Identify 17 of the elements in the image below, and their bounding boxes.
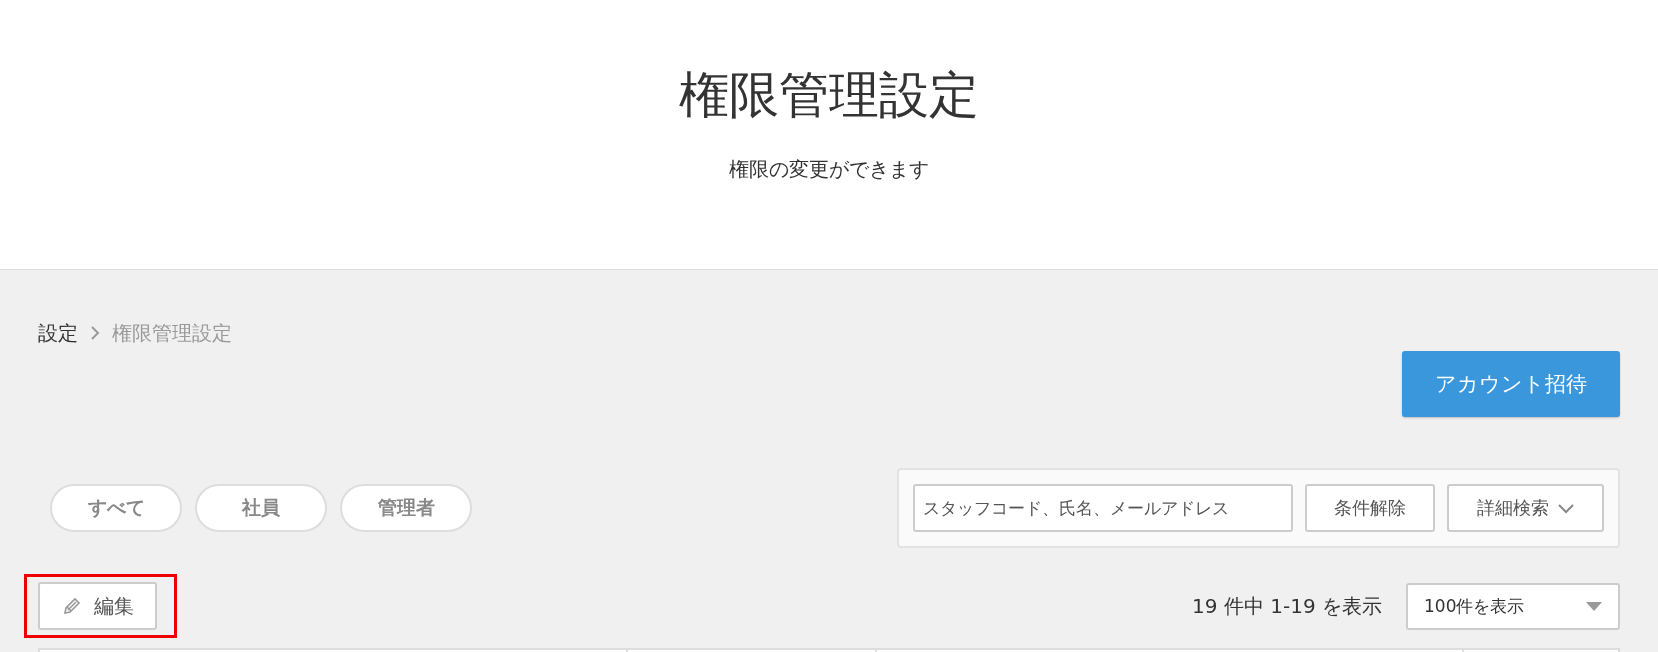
advanced-search-button[interactable]: 詳細検索 — [1447, 484, 1604, 532]
page-subtitle: 権限の変更ができます — [729, 156, 929, 183]
breadcrumb-item[interactable]: 設定 — [38, 319, 78, 347]
page-title: 権限管理設定 — [679, 65, 979, 126]
breadcrumb-item: 権限管理設定 — [112, 319, 232, 347]
chevron-right-icon — [90, 325, 100, 341]
page-size-select[interactable]: 100件を表示 — [1406, 582, 1620, 630]
clear-conditions-button[interactable]: 条件解除 — [1305, 484, 1435, 532]
filter-button[interactable]: すべて — [50, 484, 182, 532]
edit-button[interactable]: 編集 — [38, 582, 157, 630]
dropdown-triangle-icon — [1586, 601, 1602, 611]
pencil-icon — [61, 596, 82, 616]
result-count: 19 件中 1-19 を表示 — [1192, 592, 1382, 620]
search-field[interactable]: スタッフコード、氏名、メールアドレス — [913, 484, 1293, 532]
filter-button[interactable]: 社員 — [195, 484, 327, 532]
chevron-down-icon — [1556, 502, 1575, 514]
filter-button[interactable]: 管理者 — [340, 484, 472, 532]
